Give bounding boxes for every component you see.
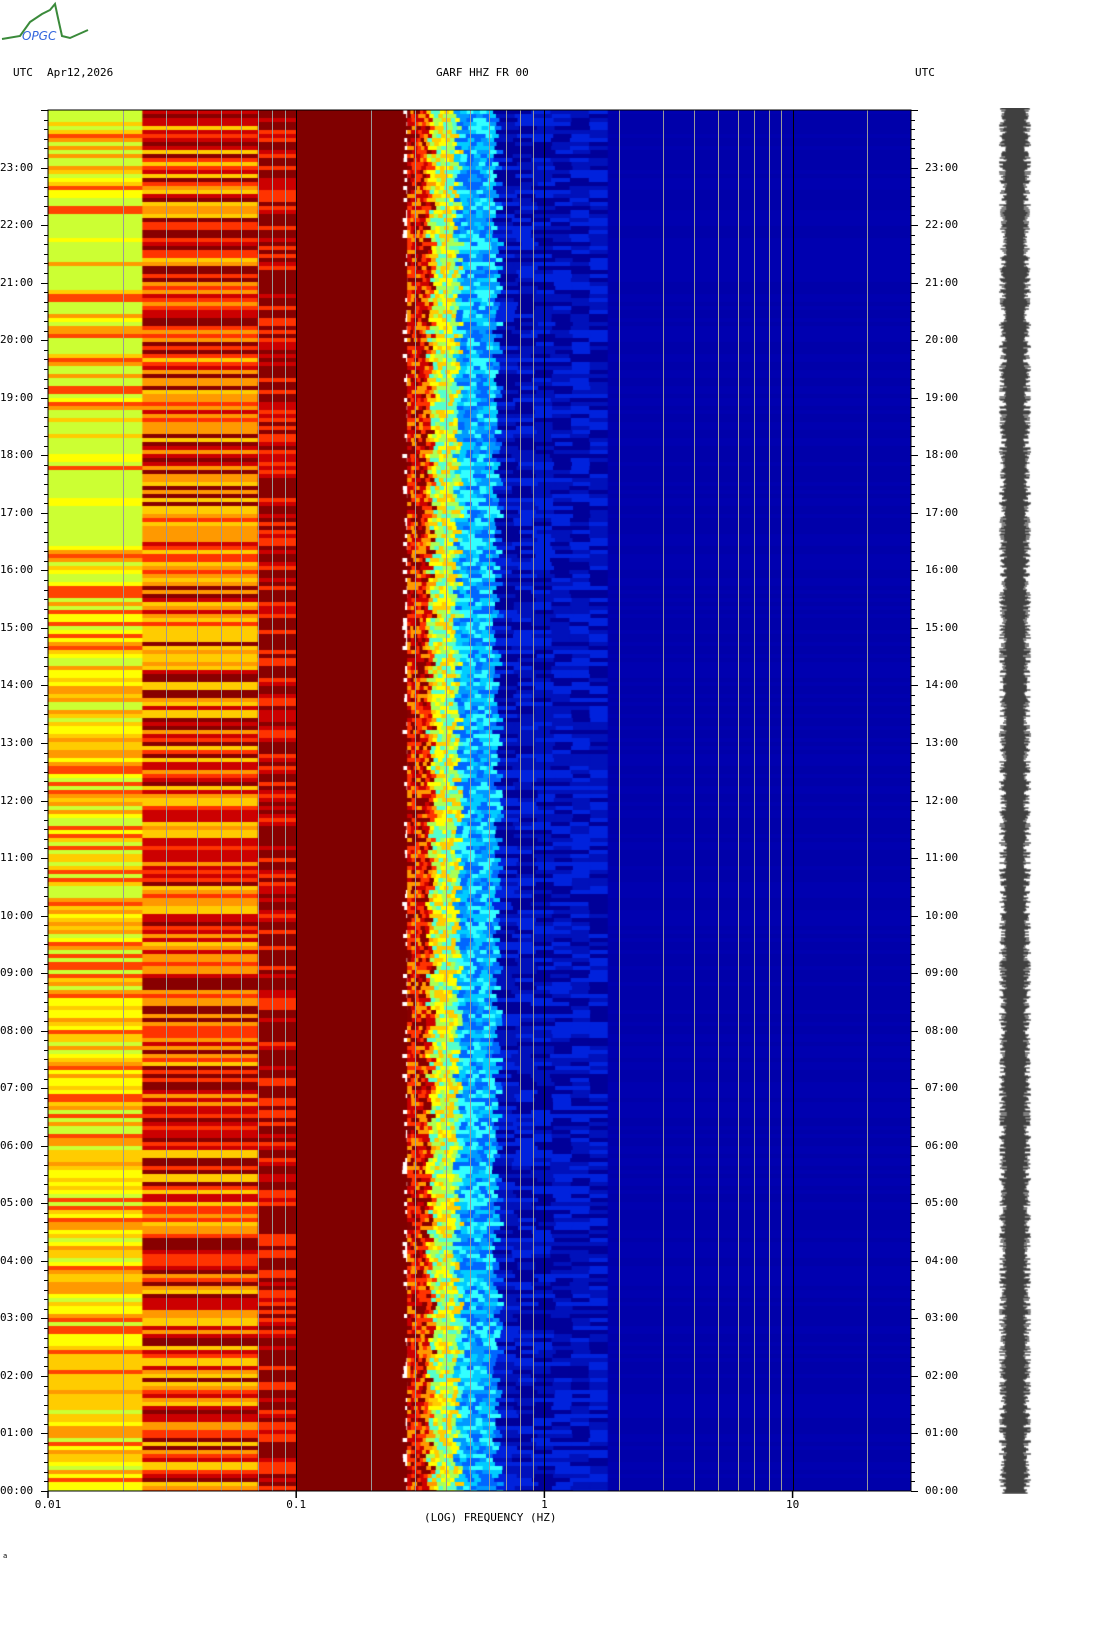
y-tick-label-left: 14:00 (0, 678, 34, 692)
y-tick-label-right: 17:00 (925, 505, 959, 519)
y-tick-label-left: 17:00 (0, 505, 34, 519)
y-tick-label-left: 08:00 (0, 1023, 34, 1037)
x-tick-label: 1 (541, 1498, 548, 1511)
y-tick-label-right: 07:00 (925, 1081, 959, 1095)
y-tick-label-left: 09:00 (0, 966, 34, 980)
y-tick-label-right: 14:00 (925, 678, 959, 692)
x-tick-label: 0.1 (286, 1498, 307, 1511)
y-tick-label-right: 21:00 (925, 275, 959, 289)
y-tick-label-left: 06:00 (0, 1138, 34, 1152)
y-tick-label-right: 18:00 (925, 448, 959, 462)
y-tick-label-left: 10:00 (0, 908, 34, 922)
y-tick-label-right: 19:00 (925, 390, 959, 404)
y-tick-label-left: 04:00 (0, 1253, 34, 1267)
x-tick-label: 10 (785, 1498, 800, 1511)
y-tick-label-left: 18:00 (0, 448, 34, 462)
y-tick-label-right: 20:00 (925, 333, 959, 347)
y-tick-label-left: 00:00 (0, 1484, 34, 1497)
y-tick-label-right: 22:00 (925, 218, 959, 232)
y-tick-label-right: 05:00 (925, 1196, 959, 1210)
y-tick-label-left: 02:00 (0, 1368, 34, 1382)
y-tick-label-left: 05:00 (0, 1196, 34, 1210)
y-tick-label-left: 16:00 (0, 563, 34, 577)
y-tick-label-right: 13:00 (925, 735, 959, 749)
y-tick-label-right: 02:00 (925, 1368, 959, 1382)
y-tick-label-right: 15:00 (925, 620, 959, 634)
y-tick-label-right: 03:00 (925, 1311, 959, 1325)
y-tick-label-left: 15:00 (0, 620, 34, 634)
y-tick-label-right: 08:00 (925, 1023, 959, 1037)
y-tick-label-left: 12:00 (0, 793, 34, 807)
y-tick-label-left: 13:00 (0, 735, 34, 749)
y-tick-label-left: 19:00 (0, 390, 34, 404)
y-tick-label-left: 22:00 (0, 218, 34, 232)
y-tick-label-right: 23:00 (925, 160, 959, 174)
y-tick-label-right: 04:00 (925, 1253, 959, 1267)
y-tick-label-left: 23:00 (0, 160, 34, 174)
y-tick-label-left: 07:00 (0, 1081, 34, 1095)
y-tick-label-left: 01:00 (0, 1426, 34, 1440)
y-tick-label-right: 12:00 (925, 793, 959, 807)
x-tick-label: 0.01 (34, 1498, 62, 1511)
y-tick-label-right: 16:00 (925, 563, 959, 577)
y-tick-label-right: 01:00 (925, 1426, 959, 1440)
y-tick-label-right: 06:00 (925, 1138, 959, 1152)
y-tick-label-left: 11:00 (0, 851, 34, 865)
y-tick-label-right: 00:00 (925, 1484, 959, 1497)
y-tick-label-left: 20:00 (0, 333, 34, 347)
y-tick-label-left: 03:00 (0, 1311, 34, 1325)
footer-mark: a (3, 1552, 8, 1560)
y-tick-label-right: 09:00 (925, 966, 959, 980)
x-axis-label: (LOG) FREQUENCY (HZ) (424, 1511, 557, 1524)
y-tick-label-left: 21:00 (0, 275, 34, 289)
axes-overlay (41, 109, 918, 1498)
y-tick-label-right: 10:00 (925, 908, 959, 922)
y-tick-label-right: 11:00 (925, 851, 959, 865)
